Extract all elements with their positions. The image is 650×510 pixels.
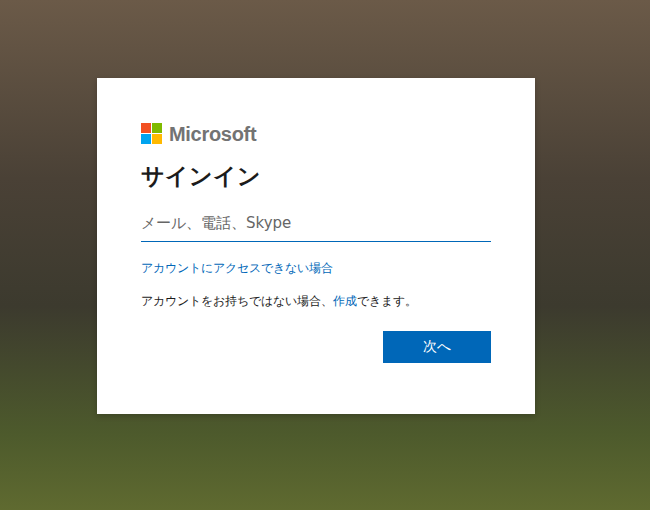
logo-text: Microsoft — [169, 123, 256, 146]
cant-access-link[interactable]: アカウントにアクセスできない場合 — [141, 260, 491, 277]
next-button[interactable]: 次へ — [383, 331, 491, 363]
create-account-link[interactable]: 作成 — [333, 294, 357, 308]
signup-text: アカウントをお持ちではない場合、作成できます。 — [141, 293, 491, 310]
account-input[interactable] — [141, 206, 491, 242]
microsoft-logo-icon — [141, 123, 163, 145]
signin-card: Microsoft サインインアカウントにアクセスできない場合アカウントをお持ちで… — [97, 78, 535, 414]
signin-title: サインイン — [141, 162, 491, 192]
background-photo: Microsoft サインインアカウントにアクセスできない場合アカウントをお持ちで… — [0, 0, 650, 510]
logo: Microsoft — [141, 122, 491, 146]
button-row: 次へ — [141, 331, 491, 363]
